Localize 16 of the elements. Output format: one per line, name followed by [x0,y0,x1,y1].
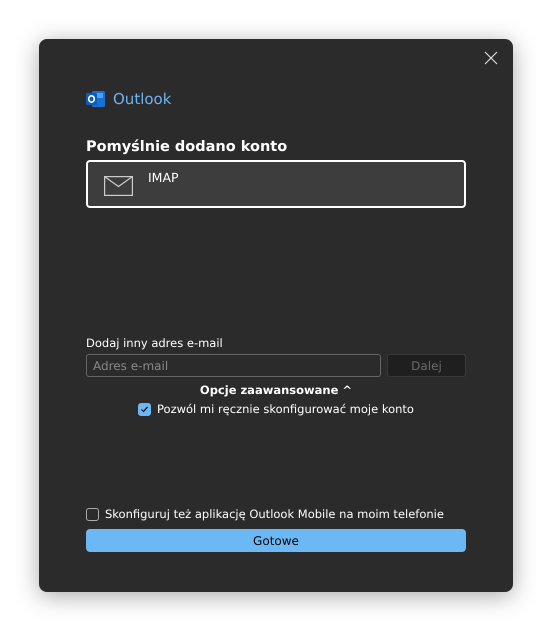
checkbox-label: Skonfiguruj też aplikację Outlook Mobile na moim telefonie [105,507,444,521]
done-button[interactable]: Gotowe [86,529,466,552]
outlook-logo-icon [86,90,106,108]
envelope-icon [104,176,133,196]
account-type: IMAP [148,170,179,185]
checkmark-icon [140,404,150,414]
field-label: Dodaj inny adres e-mail [86,336,224,350]
close-icon [484,51,498,65]
email-input[interactable]: Adres e-mail [86,354,381,377]
checkbox[interactable] [86,508,99,520]
account-card[interactable]: IMAP [86,160,466,208]
checkbox-label: Pozwól mi ręcznie skonfigurować moje konto [157,402,414,416]
success-heading: Pomyślnie dodano konto [86,139,288,155]
checkbox[interactable] [138,402,152,416]
advanced-options-toggle[interactable]: Opcje zaawansowane ^ [200,383,352,397]
app-name: Outlook [113,90,172,108]
